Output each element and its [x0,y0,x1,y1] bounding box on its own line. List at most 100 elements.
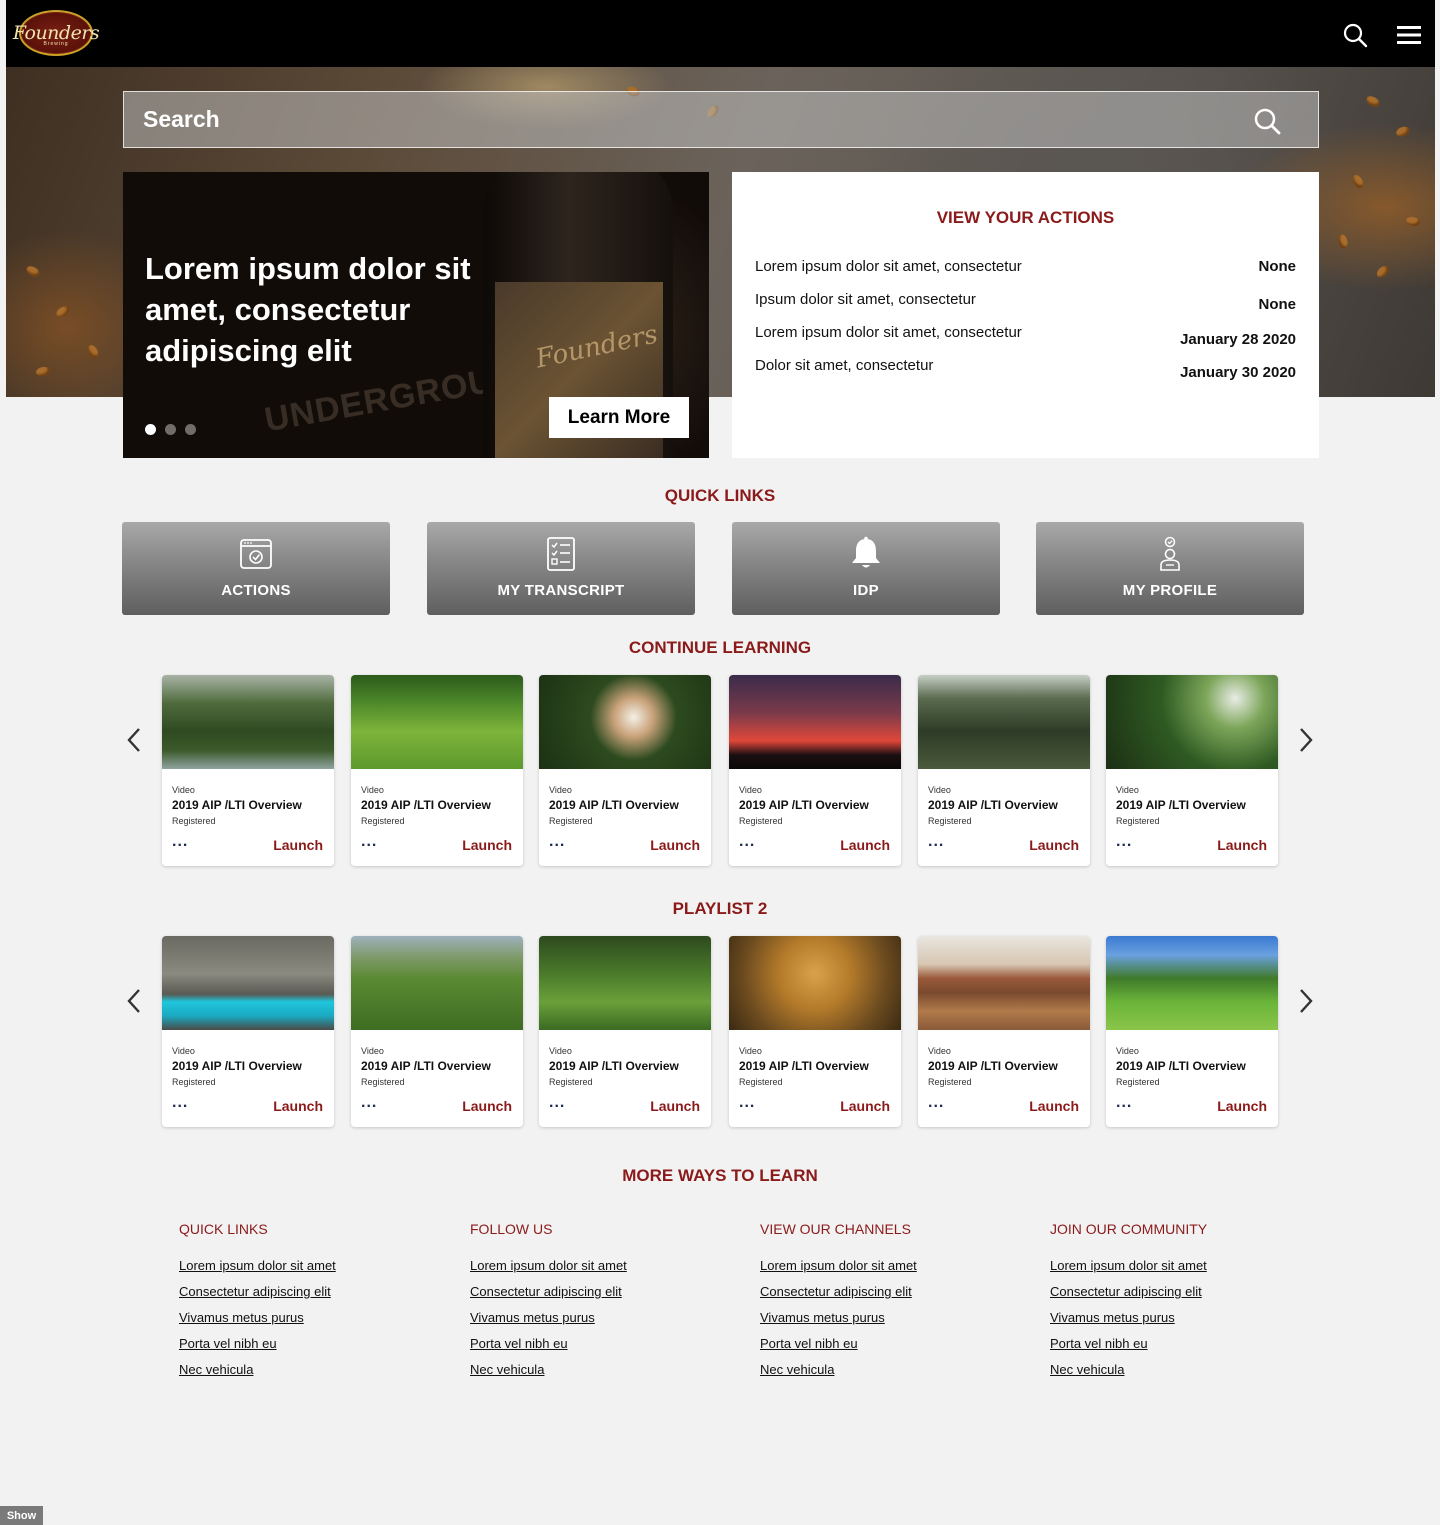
founders-logo[interactable]: Founders Brewing [13,10,100,56]
desert-butte-image[interactable] [918,936,1090,1030]
course-card[interactable]: Video 2019 AIP /LTI Overview Registered...… [162,675,334,866]
chevron-right-icon[interactable] [1296,725,1316,755]
show-button[interactable]: Show [0,1506,43,1525]
more-options-icon[interactable]: ... [1116,1095,1132,1111]
card-title[interactable]: 2019 AIP /LTI Overview [361,1059,491,1073]
footer-link[interactable]: Vivamus metus purus [470,1310,730,1326]
footer-link[interactable]: Consectetur adipiscing elit [470,1284,730,1300]
quick-link-profile-button[interactable]: MY PROFILE [1036,522,1304,615]
continue-learning-title: CONTINUE LEARNING [628,638,812,657]
course-card[interactable]: Video 2019 AIP /LTI Overview Registered...… [918,675,1090,866]
footer-link[interactable]: Vivamus metus purus [1050,1310,1310,1326]
more-options-icon[interactable]: ... [172,834,188,850]
card-title[interactable]: 2019 AIP /LTI Overview [928,1059,1058,1073]
footer-link[interactable]: Consectetur adipiscing elit [179,1284,439,1300]
launch-link[interactable]: Launch [840,1098,890,1114]
card-title[interactable]: 2019 AIP /LTI Overview [739,798,869,812]
course-card[interactable]: Video 2019 AIP /LTI Overview Registered...… [729,936,901,1127]
card-title[interactable]: 2019 AIP /LTI Overview [549,1059,679,1073]
carousel-dot[interactable] [165,424,176,435]
footer-link[interactable]: Porta vel nibh eu [760,1336,1020,1352]
flower-box-image[interactable] [539,675,711,769]
more-options-icon[interactable]: ... [928,834,944,850]
course-card[interactable]: Video 2019 AIP /LTI Overview Registered...… [729,675,901,866]
card-title[interactable]: 2019 AIP /LTI Overview [549,798,679,812]
launch-link[interactable]: Launch [1029,1098,1079,1114]
footer-link[interactable]: Vivamus metus purus [760,1310,1020,1326]
footer-link[interactable]: Porta vel nibh eu [179,1336,439,1352]
footer-link[interactable]: Lorem ipsum dolor sit amet [179,1258,439,1274]
tea-field-image[interactable] [351,675,523,769]
more-options-icon[interactable]: ... [549,834,565,850]
search-icon[interactable] [1342,22,1368,48]
launch-link[interactable]: Launch [1217,1098,1267,1114]
footer-link[interactable]: Nec vehicula [1050,1362,1310,1378]
quick-link-transcript-button[interactable]: MY TRANSCRIPT [427,522,695,615]
carousel-dot[interactable] [185,424,196,435]
launch-link[interactable]: Launch [650,837,700,853]
more-options-icon[interactable]: ... [172,1095,188,1111]
course-card[interactable]: Video 2019 AIP /LTI Overview Registered...… [1106,936,1278,1127]
footer-link[interactable]: Consectetur adipiscing elit [1050,1284,1310,1300]
launch-link[interactable]: Launch [462,837,512,853]
sunset-trees-image[interactable] [729,675,901,769]
launch-link[interactable]: Launch [650,1098,700,1114]
course-card[interactable]: Video 2019 AIP /LTI Overview Registered...… [539,675,711,866]
grain-decoration [35,365,51,378]
course-card[interactable]: Video 2019 AIP /LTI Overview Registered...… [539,936,711,1127]
course-card[interactable]: Video 2019 AIP /LTI Overview Registered...… [1106,675,1278,866]
launch-link[interactable]: Launch [273,837,323,853]
more-options-icon[interactable]: ... [739,834,755,850]
card-title[interactable]: 2019 AIP /LTI Overview [172,1059,302,1073]
search-input[interactable] [124,92,1244,147]
bird-tree-image[interactable] [729,936,901,1030]
card-title[interactable]: 2019 AIP /LTI Overview [928,798,1058,812]
card-title[interactable]: 2019 AIP /LTI Overview [1116,1059,1246,1073]
course-card[interactable]: Video 2019 AIP /LTI Overview Registered...… [351,936,523,1127]
footer-link[interactable]: Vivamus metus purus [179,1310,439,1326]
launch-link[interactable]: Launch [462,1098,512,1114]
carousel-dot[interactable] [145,424,156,435]
meadow-trees-image[interactable] [1106,936,1278,1030]
footer-link[interactable]: Nec vehicula [760,1362,1020,1378]
learn-more-button[interactable]: Learn More [549,397,689,438]
launch-link[interactable]: Launch [1029,837,1079,853]
footer-link[interactable]: Porta vel nibh eu [470,1336,730,1352]
course-card[interactable]: Video 2019 AIP /LTI Overview Registered...… [162,936,334,1127]
card-title[interactable]: 2019 AIP /LTI Overview [361,798,491,812]
chevron-left-icon[interactable] [124,725,144,755]
footer-link[interactable]: Consectetur adipiscing elit [760,1284,1020,1300]
bird-branch-image[interactable] [1106,675,1278,769]
more-options-icon[interactable]: ... [549,1095,565,1111]
more-options-icon[interactable]: ... [928,1095,944,1111]
footer-link[interactable]: Nec vehicula [179,1362,439,1378]
launch-link[interactable]: Launch [1217,837,1267,853]
grass-image[interactable] [539,936,711,1030]
chevron-left-icon[interactable] [124,986,144,1016]
footer-link[interactable]: Lorem ipsum dolor sit amet [1050,1258,1310,1274]
more-options-icon[interactable]: ... [361,1095,377,1111]
forest-river-image[interactable] [162,675,334,769]
card-title[interactable]: 2019 AIP /LTI Overview [172,798,302,812]
footer-link[interactable]: Porta vel nibh eu [1050,1336,1310,1352]
card-title[interactable]: 2019 AIP /LTI Overview [739,1059,869,1073]
course-card[interactable]: Video 2019 AIP /LTI Overview Registered...… [918,936,1090,1127]
launch-link[interactable]: Launch [840,837,890,853]
vineyard-image[interactable] [351,936,523,1030]
footer-link[interactable]: Lorem ipsum dolor sit amet [470,1258,730,1274]
search-icon[interactable] [1252,106,1282,136]
footer-link[interactable]: Nec vehicula [470,1362,730,1378]
launch-link[interactable]: Launch [273,1098,323,1114]
more-options-icon[interactable]: ... [739,1095,755,1111]
quick-link-actions-button[interactable]: ACTIONS [122,522,390,615]
footer-link[interactable]: Lorem ipsum dolor sit amet [760,1258,1020,1274]
quick-link-idp-button[interactable]: IDP [732,522,1000,615]
course-card[interactable]: Video 2019 AIP /LTI Overview Registered...… [351,675,523,866]
more-options-icon[interactable]: ... [1116,834,1132,850]
cliff-lagoon-image[interactable] [162,936,334,1030]
forest-cabin-image[interactable] [918,675,1090,769]
hamburger-menu-icon[interactable] [1396,22,1422,48]
card-title[interactable]: 2019 AIP /LTI Overview [1116,798,1246,812]
more-options-icon[interactable]: ... [361,834,377,850]
chevron-right-icon[interactable] [1296,986,1316,1016]
